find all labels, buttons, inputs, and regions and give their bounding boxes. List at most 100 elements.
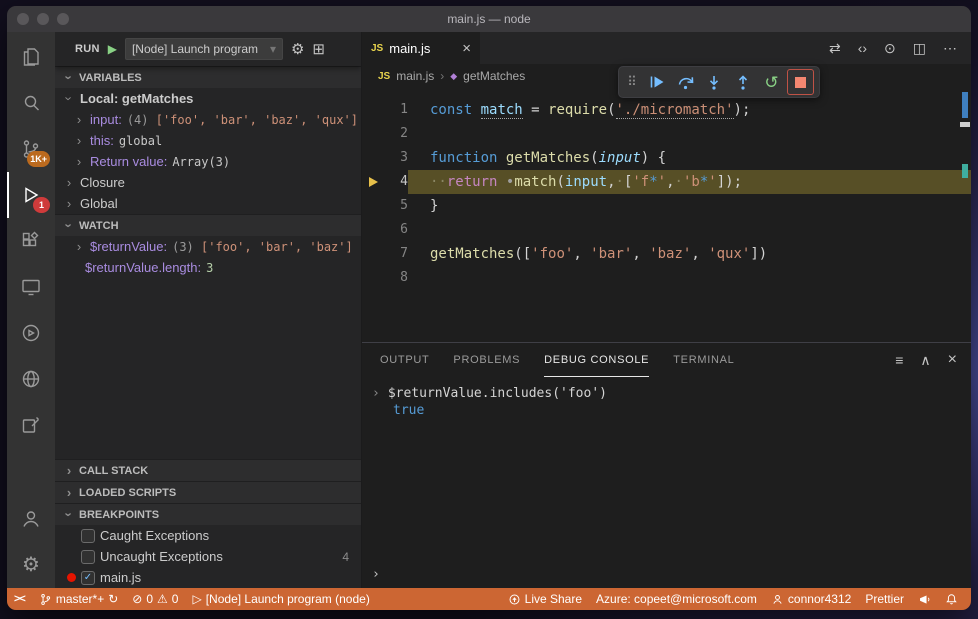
vscode-window: main.js — node 1K+ 1 ⚙ RUN ▶ [Node] Laun…	[7, 6, 971, 610]
step-into-button[interactable]	[700, 69, 727, 95]
filter-icon[interactable]: ≡	[895, 352, 903, 368]
restart-icon: ↺	[764, 72, 779, 92]
activity-extensions[interactable]	[7, 218, 55, 264]
glyph-margin[interactable]	[362, 98, 384, 122]
glyph-margin[interactable]	[362, 194, 384, 218]
activity-settings[interactable]: ⚙	[7, 542, 55, 588]
github-account-item[interactable]: connor4312	[764, 588, 858, 610]
loaded-scripts-section-header[interactable]: › LOADED SCRIPTS	[55, 481, 361, 503]
maximize-window-button[interactable]	[57, 13, 69, 25]
navigate-code-icon[interactable]: ‹›	[858, 40, 867, 56]
activity-ports[interactable]	[7, 356, 55, 402]
problems-item[interactable]: ⊘ 0 ⚠ 0	[125, 588, 185, 610]
activity-source-control[interactable]: 1K+	[7, 126, 55, 172]
watch-row[interactable]: › $returnValue: (3) ['foo', 'bar', 'baz'…	[55, 236, 361, 257]
close-panel-icon[interactable]: ×	[948, 351, 957, 369]
breakpoint-row[interactable]: Caught Exceptions	[55, 525, 361, 546]
tab-main-js[interactable]: JS main.js ×	[362, 32, 480, 64]
watch-section-header[interactable]: › WATCH	[55, 214, 361, 236]
code-token: require	[548, 102, 608, 118]
azure-account-item[interactable]: Azure: copeet@microsoft.com	[589, 588, 764, 610]
line-text[interactable]	[408, 122, 971, 146]
glyph-margin[interactable]	[362, 266, 384, 290]
line-text[interactable]: getMatches(['foo', 'bar', 'baz', 'qux'])	[408, 242, 971, 266]
debug-launch-item[interactable]: ▷ [Node] Launch program (node)	[185, 588, 376, 610]
activity-run-debug[interactable]: 1	[7, 172, 55, 218]
notifications-item[interactable]	[938, 588, 965, 610]
glyph-margin[interactable]	[362, 146, 384, 170]
open-changes-icon[interactable]: ⇄	[829, 40, 841, 57]
close-tab-icon[interactable]: ×	[462, 40, 471, 57]
variables-section-header[interactable]: › VARIABLES	[55, 66, 361, 88]
checkbox-unchecked[interactable]	[81, 549, 95, 564]
line-text[interactable]	[408, 266, 971, 290]
split-editor-icon[interactable]: ◫	[913, 40, 926, 57]
step-over-button[interactable]	[671, 69, 698, 95]
watch-value: 3	[206, 260, 214, 275]
glyph-margin[interactable]	[362, 218, 384, 242]
configure-gear-icon[interactable]: ⚙	[291, 42, 304, 57]
more-actions-icon[interactable]: ⋯	[943, 40, 957, 57]
start-debug-icon[interactable]: ▶	[108, 42, 117, 56]
debug-console[interactable]: › $returnValue.includes('foo') true ›	[362, 377, 971, 588]
code-editor[interactable]: 1 const match = require('./micromatch');…	[362, 88, 971, 342]
step-out-button[interactable]	[729, 69, 756, 95]
checkbox-unchecked[interactable]	[81, 528, 95, 543]
scope-row-closure[interactable]: › Closure	[55, 172, 361, 193]
breadcrumb-symbol[interactable]: getMatches	[463, 69, 525, 83]
formatter-item[interactable]: Prettier	[858, 588, 911, 610]
call-stack-section-header[interactable]: › CALL STACK	[55, 459, 361, 481]
activity-test-explorer[interactable]	[7, 310, 55, 356]
activity-remote-explorer[interactable]	[7, 264, 55, 310]
warnings-icon: ⚠	[157, 592, 168, 606]
activity-live-share[interactable]	[7, 402, 55, 448]
tab-problems[interactable]: PROBLEMS	[453, 343, 520, 377]
drag-handle-icon[interactable]: ⠿	[624, 74, 640, 90]
breadcrumb-file[interactable]: main.js	[396, 69, 434, 83]
variable-row[interactable]: › Return value: Array(3)	[55, 151, 361, 172]
watch-row[interactable]: $returnValue.length: 3	[55, 257, 361, 278]
minimize-window-button[interactable]	[37, 13, 49, 25]
glyph-margin[interactable]	[362, 122, 384, 146]
tab-debug-console[interactable]: DEBUG CONSOLE	[544, 343, 650, 377]
activity-accounts[interactable]	[7, 496, 55, 542]
breakpoint-row[interactable]: ✓ main.js	[55, 567, 361, 588]
breakpoint-row[interactable]: Uncaught Exceptions 4	[55, 546, 361, 567]
maximize-panel-icon[interactable]: ∧	[920, 352, 930, 369]
line-text[interactable]: const match = require('./micromatch');	[408, 98, 971, 122]
continue-button[interactable]	[642, 69, 669, 95]
restart-button[interactable]: ↺	[758, 69, 785, 95]
variable-row[interactable]: › this: global	[55, 130, 361, 151]
git-branch-item[interactable]: master*+ ↻	[32, 588, 125, 610]
line-text[interactable]: }	[408, 194, 971, 218]
variable-row[interactable]: › input: (4) ['foo', 'bar', 'baz', 'qux'…	[55, 109, 361, 130]
scope-row[interactable]: › Local: getMatches	[55, 88, 361, 109]
stop-button[interactable]	[787, 69, 814, 95]
tab-output[interactable]: OUTPUT	[380, 343, 429, 377]
step-indicator-icon[interactable]: ⊙	[884, 40, 896, 57]
line-text[interactable]	[408, 218, 971, 242]
checkbox-checked[interactable]: ✓	[81, 570, 95, 585]
code-token: *	[649, 174, 658, 190]
live-share-item[interactable]: Live Share	[501, 588, 589, 610]
line-text[interactable]: function getMatches(input) {	[408, 146, 971, 170]
line-text[interactable]: ··return •match(input,·['f*',·'b*']);	[408, 170, 971, 194]
close-window-button[interactable]	[17, 13, 29, 25]
step-out-icon	[738, 75, 747, 90]
activity-explorer[interactable]	[7, 34, 55, 80]
activity-search[interactable]	[7, 80, 55, 126]
console-input-prompt[interactable]: ›	[372, 567, 380, 582]
scope-row-global[interactable]: › Global	[55, 193, 361, 214]
remote-indicator[interactable]: ><	[7, 588, 32, 610]
tab-terminal[interactable]: TERMINAL	[673, 343, 734, 377]
feedback-item[interactable]	[911, 588, 938, 610]
breakpoints-section-header[interactable]: › BREAKPOINTS	[55, 503, 361, 525]
launch-config-dropdown[interactable]: [Node] Launch program ▾	[124, 38, 283, 60]
add-configuration-icon[interactable]: ⊞	[312, 42, 325, 57]
edit-session-icon	[22, 417, 39, 433]
overview-ruler[interactable]	[959, 88, 971, 342]
ruler-handle[interactable]	[960, 122, 970, 127]
glyph-margin[interactable]	[362, 242, 384, 266]
current-line-glyph[interactable]	[362, 170, 384, 194]
